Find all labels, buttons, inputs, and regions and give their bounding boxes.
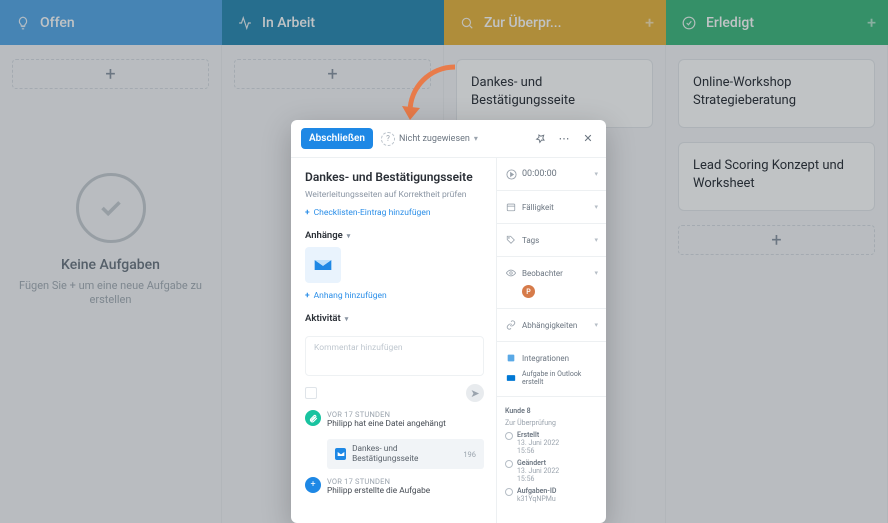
dot-icon bbox=[505, 488, 513, 496]
file-size: 196 bbox=[463, 450, 476, 459]
eye-icon bbox=[505, 267, 517, 279]
checkbox[interactable] bbox=[305, 387, 317, 399]
assignee-dropdown[interactable]: ? Nicht zugewiesen ▾ bbox=[381, 132, 478, 146]
modal-body: Dankes- und Bestätigungsseite Weiterleit… bbox=[291, 158, 606, 523]
activity-line: Philipp hat eine Datei angehängt bbox=[327, 419, 446, 429]
activity-line: Philipp erstellte die Aufgabe bbox=[327, 486, 430, 496]
file-icon bbox=[335, 448, 346, 460]
activity-time: VOR 17 STUNDEN bbox=[327, 410, 446, 419]
attachments-section-header[interactable]: Anhänge ▾ bbox=[305, 230, 484, 241]
activity-time: VOR 17 STUNDEN bbox=[327, 477, 430, 486]
chevron-down-icon: ▾ bbox=[474, 134, 478, 143]
chevron-down-icon: ▾ bbox=[345, 315, 349, 323]
chevron-down-icon: ▾ bbox=[594, 170, 598, 178]
plus-icon: + bbox=[305, 291, 310, 301]
modal-toolbar: Abschließen ? Nicht zugewiesen ▾ ⋯ ✕ bbox=[291, 120, 606, 158]
play-icon[interactable] bbox=[505, 168, 517, 180]
attachment-tile[interactable] bbox=[305, 247, 341, 283]
comment-actions: ➤ bbox=[305, 384, 484, 402]
chevron-down-icon: ▾ bbox=[594, 236, 598, 244]
pin-icon[interactable] bbox=[532, 131, 548, 147]
avatar[interactable]: P bbox=[522, 285, 535, 298]
puzzle-icon bbox=[505, 352, 517, 364]
add-checklist-button[interactable]: + Checklisten-Eintrag hinzufügen bbox=[305, 208, 484, 218]
watchers-row[interactable]: Beobachter ▾ bbox=[505, 267, 598, 279]
chevron-down-icon: ▾ bbox=[594, 269, 598, 277]
activity-item: + VOR 17 STUNDEN Philipp erstellte die A… bbox=[305, 477, 484, 496]
calendar-icon bbox=[505, 201, 517, 213]
unassigned-icon: ? bbox=[381, 132, 395, 146]
outlook-icon bbox=[505, 372, 517, 384]
dot-icon bbox=[505, 432, 513, 440]
send-button[interactable]: ➤ bbox=[466, 384, 484, 402]
chevron-down-icon: ▾ bbox=[594, 203, 598, 211]
task-modal: Abschließen ? Nicht zugewiesen ▾ ⋯ ✕ Dan… bbox=[291, 120, 606, 523]
timer-row[interactable]: 00:00:00 ▾ bbox=[505, 168, 598, 180]
chevron-down-icon: ▾ bbox=[347, 232, 351, 240]
plus-icon: + bbox=[305, 208, 310, 218]
link-icon bbox=[505, 319, 517, 331]
comment-input[interactable]: Kommentar hinzufügen bbox=[305, 336, 484, 376]
activity-item: VOR 17 STUNDEN Philipp hat eine Datei an… bbox=[305, 410, 484, 429]
modal-sidebar: 00:00:00 ▾ Fälligkeit ▾ Tags ▾ Beobachte… bbox=[496, 158, 606, 523]
file-chip[interactable]: Dankes- und Bestätigungsseite 196 bbox=[327, 439, 484, 469]
close-icon[interactable]: ✕ bbox=[580, 131, 596, 147]
tags-row[interactable]: Tags ▾ bbox=[505, 234, 598, 246]
plus-circle-icon: + bbox=[305, 477, 321, 493]
tag-icon bbox=[505, 234, 517, 246]
activity-section-header[interactable]: Aktivität ▾ bbox=[305, 313, 484, 324]
chevron-down-icon: ▾ bbox=[594, 321, 598, 329]
outlook-row[interactable]: Aufgabe in Outlook erstellt bbox=[505, 370, 598, 386]
dot-icon bbox=[505, 460, 513, 468]
meta-client-label: Kunde 8 bbox=[505, 407, 531, 415]
integrations-row[interactable]: Integrationen bbox=[505, 352, 598, 364]
add-attachment-button[interactable]: + Anhang hinzufügen bbox=[305, 291, 484, 301]
attachment-icon bbox=[305, 410, 321, 426]
meta-status: Zur Überprüfung bbox=[505, 419, 598, 427]
metadata: Kunde 8 Zur Überprüfung Erstellt13. Juni… bbox=[505, 407, 598, 503]
task-description[interactable]: Weiterleitungsseiten auf Korrektheit prü… bbox=[305, 190, 484, 200]
assignee-label: Nicht zugewiesen bbox=[399, 134, 470, 144]
file-name: Dankes- und Bestätigungsseite bbox=[352, 444, 457, 464]
due-date-row[interactable]: Fälligkeit ▾ bbox=[505, 201, 598, 213]
modal-main: Dankes- und Bestätigungsseite Weiterleit… bbox=[291, 158, 496, 523]
task-title[interactable]: Dankes- und Bestätigungsseite bbox=[305, 170, 484, 184]
more-icon[interactable]: ⋯ bbox=[556, 131, 572, 147]
dependencies-row[interactable]: Abhängigkeiten ▾ bbox=[505, 319, 598, 331]
complete-button[interactable]: Abschließen bbox=[301, 128, 373, 149]
